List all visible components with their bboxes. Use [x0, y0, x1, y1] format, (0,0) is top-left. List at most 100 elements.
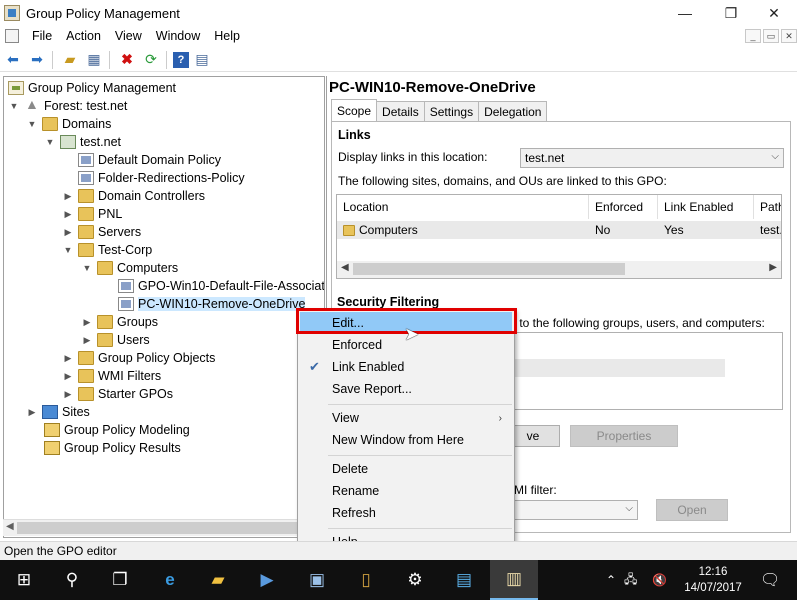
phone-app-icon[interactable]: ▯	[342, 560, 390, 600]
help-icon[interactable]: ?	[173, 51, 189, 68]
scroll-right-arrow-icon[interactable]: ▶	[769, 262, 777, 273]
tree-starter-gpos[interactable]: ▶ Starter GPOs	[62, 385, 173, 403]
up-folder-icon[interactable]: ▰	[59, 50, 81, 70]
expand-arrow-icon[interactable]: ▼	[26, 119, 38, 129]
tree-group-policy-results[interactable]: Group Policy Results	[44, 439, 181, 457]
expand-arrow-icon[interactable]: ▼	[62, 245, 74, 255]
links-horizontal-scrollbar[interactable]: ◀ ▶	[337, 261, 781, 278]
collapse-arrow-icon[interactable]: ▶	[26, 407, 38, 418]
tree-wmi-filters[interactable]: ▶ WMI Filters	[62, 367, 161, 385]
tab-settings[interactable]: Settings	[423, 101, 480, 121]
menu-item-new-window[interactable]: New Window from Here	[300, 429, 512, 451]
column-path[interactable]: Path	[754, 195, 781, 219]
minimize-button[interactable]: —	[662, 0, 708, 26]
tree-horizontal-scrollbar[interactable]: ◀	[3, 519, 325, 536]
folder-icon	[78, 369, 94, 383]
forward-arrow-icon[interactable]: ➡	[26, 50, 48, 70]
scrollbar-thumb[interactable]	[17, 522, 312, 534]
tree-default-domain-policy[interactable]: Default Domain Policy	[78, 151, 221, 169]
scroll-left-arrow-icon[interactable]: ◀	[341, 262, 349, 273]
column-link-enabled[interactable]: Link Enabled	[658, 195, 754, 219]
menu-item-rename[interactable]: Rename	[300, 480, 512, 502]
scrollbar-thumb[interactable]	[353, 263, 625, 275]
open-wmi-button[interactable]: Open	[656, 499, 728, 521]
tree-gpo-default-file-associations[interactable]: GPO-Win10-Default-File-Associat	[118, 277, 324, 295]
tree-test-corp[interactable]: ▼ Test-Corp	[62, 241, 152, 259]
menu-help[interactable]: Help	[207, 29, 247, 43]
expand-arrow-icon[interactable]: ▼	[8, 101, 20, 111]
collapse-arrow-icon[interactable]: ▶	[81, 335, 93, 346]
tree-users[interactable]: ▶ Users	[81, 331, 150, 349]
menu-item-delete[interactable]: Delete	[300, 458, 512, 480]
volume-muted-icon[interactable]: 🔇	[652, 560, 667, 600]
powershell-icon[interactable]: ▶	[243, 560, 291, 600]
column-location[interactable]: Location	[337, 195, 589, 219]
tree-folder-redirections-policy[interactable]: Folder-Redirections-Policy	[78, 169, 245, 187]
collapse-arrow-icon[interactable]: ▶	[62, 227, 74, 238]
properties-pane-icon[interactable]: ▤	[191, 50, 213, 70]
expand-arrow-icon[interactable]: ▼	[81, 263, 93, 273]
column-enforced[interactable]: Enforced	[589, 195, 658, 219]
child-minimize-button[interactable]: _	[745, 29, 761, 43]
delete-icon[interactable]: ✖	[116, 50, 138, 70]
back-arrow-icon[interactable]: ⬅	[2, 50, 24, 70]
child-close-button[interactable]: ✕	[781, 29, 797, 43]
tree-domains[interactable]: ▼ Domains	[26, 115, 111, 133]
clock[interactable]: 12:16 14/07/2017	[683, 564, 743, 596]
menu-item-save-report[interactable]: Save Report...	[300, 378, 512, 400]
menu-view[interactable]: View	[108, 29, 149, 43]
network-app-icon[interactable]: ▤	[440, 560, 488, 600]
tree-servers[interactable]: ▶ Servers	[62, 223, 141, 241]
network-icon[interactable]: 🖧	[624, 560, 637, 600]
tree-computers[interactable]: ▼ Computers	[81, 259, 178, 277]
collapse-arrow-icon[interactable]: ▶	[81, 317, 93, 328]
refresh-icon[interactable]: ⟳	[140, 50, 162, 70]
gpmc-taskbar-icon[interactable]: ▥	[490, 560, 538, 600]
wmi-filter-dropdown[interactable]: ⌵	[500, 500, 638, 520]
menu-item-view[interactable]: View ›	[300, 407, 512, 429]
tree-group-policy-objects[interactable]: ▶ Group Policy Objects	[62, 349, 215, 367]
tree-sites[interactable]: ▶ Sites	[26, 403, 90, 421]
internet-explorer-icon[interactable]: e	[146, 560, 194, 600]
tree-group-policy-modeling[interactable]: Group Policy Modeling	[44, 421, 190, 439]
tree-domain-test-net[interactable]: ▼ test.net	[44, 133, 121, 151]
display-links-dropdown[interactable]: test.net ⌵	[520, 148, 784, 168]
scroll-left-arrow-icon[interactable]: ◀	[6, 521, 14, 532]
status-bar: Open the GPO editor	[0, 541, 797, 560]
start-windows-icon[interactable]: ⊞	[0, 560, 48, 600]
menu-window[interactable]: Window	[149, 29, 207, 43]
tree-pnl[interactable]: ▶ PNL	[62, 205, 122, 223]
tree-forest[interactable]: ▼ Forest: test.net	[8, 96, 128, 115]
child-restore-button[interactable]: ▭	[763, 29, 779, 43]
settings-gear-icon[interactable]: ⚙	[391, 560, 439, 600]
task-view-icon[interactable]: ❐	[96, 560, 144, 600]
tab-scope[interactable]: Scope	[331, 99, 378, 121]
notifications-icon[interactable]: 🗨	[760, 560, 780, 600]
server-manager-icon[interactable]: ▣	[293, 560, 341, 600]
collapse-arrow-icon[interactable]: ▶	[62, 371, 74, 382]
expand-arrow-icon[interactable]: ▼	[44, 137, 56, 147]
menu-file[interactable]: File	[25, 29, 59, 43]
collapse-arrow-icon[interactable]: ▶	[62, 353, 74, 364]
collapse-arrow-icon[interactable]: ▶	[62, 191, 74, 202]
close-button[interactable]: ✕	[751, 0, 797, 26]
tree-root[interactable]: Group Policy Management	[8, 79, 176, 97]
security-filtering-description: y to the following groups, users, and co…	[510, 316, 765, 330]
show-hide-tree-icon[interactable]: ▦	[83, 50, 105, 70]
tab-details[interactable]: Details	[376, 101, 425, 121]
tree-domain-controllers[interactable]: ▶ Domain Controllers	[62, 187, 205, 205]
menu-action[interactable]: Action	[59, 29, 108, 43]
collapse-arrow-icon[interactable]: ▶	[62, 209, 74, 220]
properties-button[interactable]: Properties	[570, 425, 678, 447]
tab-delegation[interactable]: Delegation	[478, 101, 548, 121]
file-explorer-icon[interactable]: ▰	[194, 560, 242, 600]
collapse-arrow-icon[interactable]: ▶	[62, 389, 74, 400]
menu-item-refresh[interactable]: Refresh	[300, 502, 512, 524]
tree-groups[interactable]: ▶ Groups	[81, 313, 158, 331]
search-icon[interactable]: ⚲	[48, 560, 96, 600]
maximize-button[interactable]: ❐	[708, 0, 754, 26]
document-icon[interactable]	[5, 29, 19, 43]
menu-item-link-enabled[interactable]: ✔ Link Enabled	[300, 356, 512, 378]
show-hidden-icons-chevron-icon[interactable]: ⌃	[606, 560, 616, 600]
tree-gpo-remove-onedrive[interactable]: PC-WIN10-Remove-OneDrive	[118, 295, 306, 313]
